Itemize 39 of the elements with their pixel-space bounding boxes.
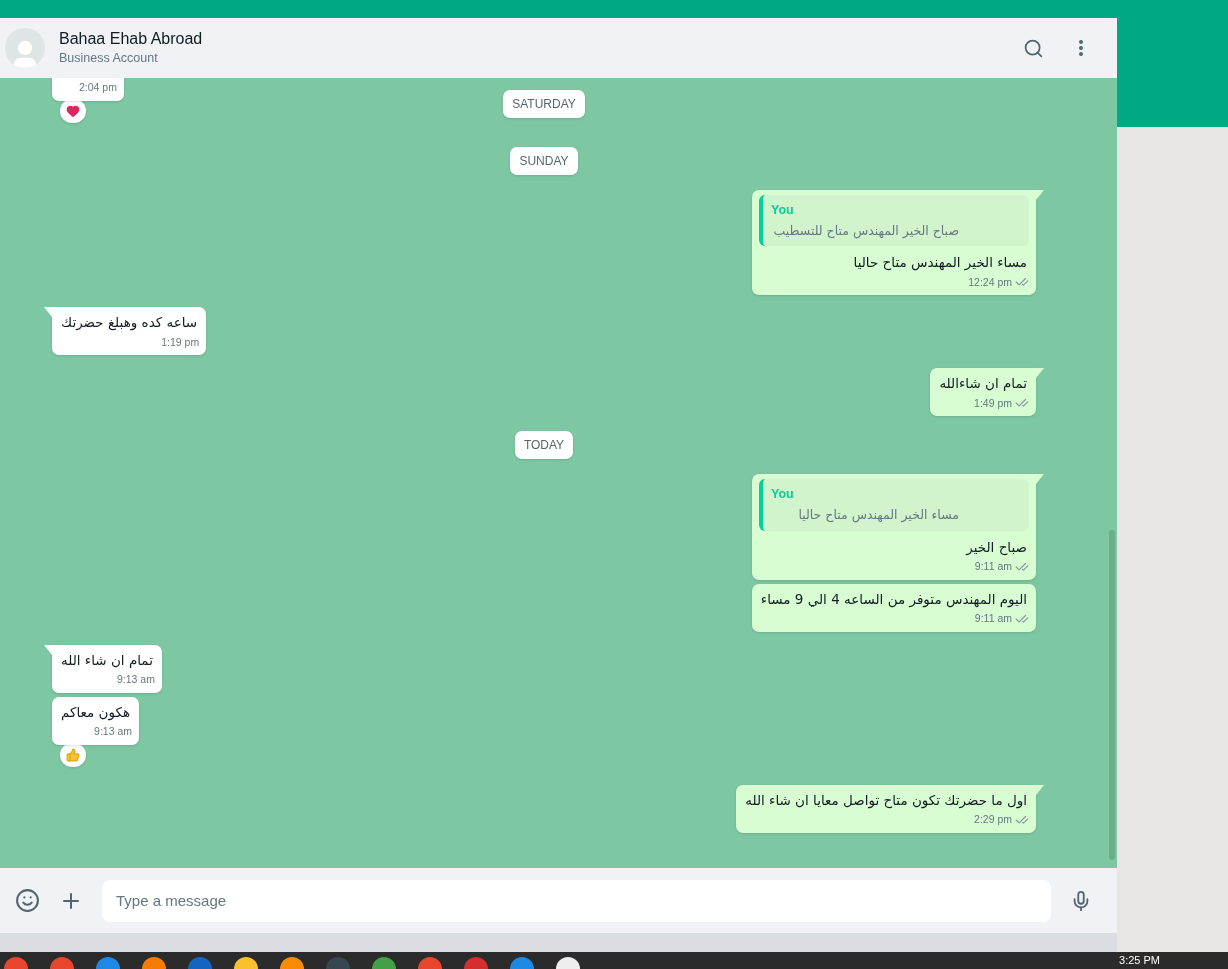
- date-chip: TODAY: [514, 431, 574, 460]
- message-text: مساء الخير المهندس متاح حاليا: [852, 253, 1028, 273]
- date-chip: SUNDAY: [510, 146, 578, 175]
- message-text: هكون معاكم: [60, 702, 132, 722]
- scrollbar-thumb[interactable]: [1109, 530, 1115, 860]
- smiley-icon: [14, 888, 40, 913]
- message-text: اليوم المهندس متوفر من الساعه 4 الي 9 مساء: [759, 589, 1028, 609]
- taskbar-app-icon[interactable]: [280, 957, 304, 969]
- heart-icon: [66, 103, 80, 118]
- date-chip: SATURDAY: [503, 90, 585, 118]
- thumbs-up-icon: [66, 747, 80, 762]
- message-time: 9:13 am: [94, 724, 133, 739]
- quote-text: مساء الخير المهندس متاح حاليا: [797, 506, 959, 525]
- quote-author: You: [771, 486, 795, 504]
- message-time: 1:19 pm: [161, 334, 200, 350]
- message-text: تمام ان شاءالله: [938, 374, 1028, 394]
- message-text: تمام ان شاء الله: [60, 650, 154, 670]
- contact-subtitle: Business Account: [59, 50, 159, 67]
- taskbar-app-icon[interactable]: [234, 957, 258, 969]
- taskbar-clock[interactable]: 3:25 PM: [1119, 953, 1160, 967]
- message-input[interactable]: Type a message: [102, 879, 1051, 922]
- message-text: ساعه كده وهبلغ حضرتك: [60, 313, 199, 333]
- message-text: صباح الخير: [964, 537, 1028, 557]
- menu-icon: [1079, 40, 1083, 56]
- taskbar-app-icon[interactable]: [556, 957, 580, 969]
- message-time: 9:13 am: [116, 672, 155, 687]
- message-time: 9:11 am: [974, 559, 1012, 574]
- message-time: 1:49 pm: [974, 395, 1012, 411]
- search-icon: [1022, 37, 1044, 59]
- message-time: 9:11 am: [974, 611, 1012, 626]
- contact-name[interactable]: Bahaa Ehab Abroad: [59, 29, 203, 49]
- message-time: 12:24 pm: [968, 274, 1012, 290]
- taskbar-app-icon[interactable]: [142, 957, 166, 969]
- message-time: 2:29 pm: [974, 812, 1012, 827]
- quote-text: صباح الخير المهندس متاح للتسطيب: [772, 221, 959, 241]
- message-text: اول ما حضرتك تكون متاح تواصل معايا ان شاء الله: [744, 790, 1028, 810]
- quote-author: You: [771, 201, 795, 219]
- emoji-button[interactable]: [14, 887, 40, 914]
- message-time: 2:04 pm: [79, 80, 117, 95]
